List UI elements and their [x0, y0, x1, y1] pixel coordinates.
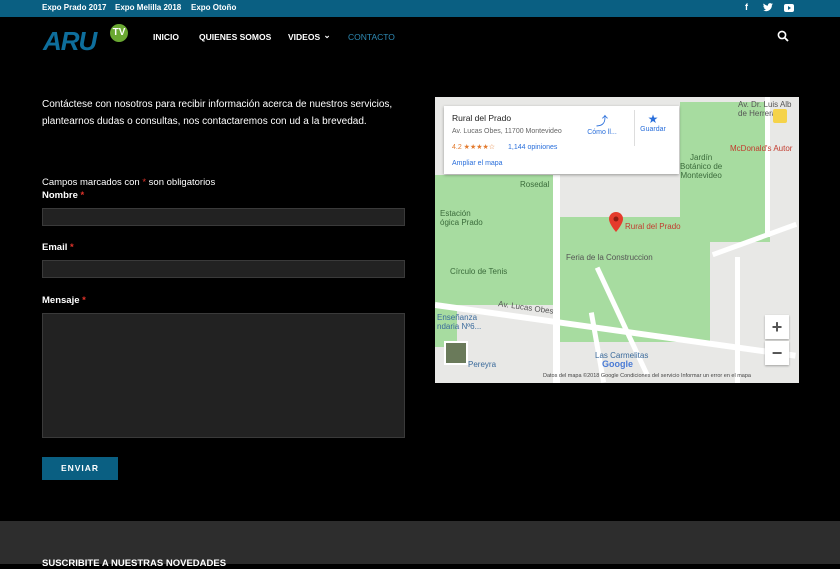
email-required-star: *	[70, 242, 74, 253]
email-field[interactable]	[42, 260, 405, 278]
nav-videos-label: VIDEOS	[288, 32, 321, 42]
map-place-reviews[interactable]: 1,144 opiniones	[508, 144, 557, 151]
map-label-pereyra: Pereyra	[468, 360, 497, 369]
chevron-down-icon: ⌄	[323, 30, 331, 40]
pegman-icon[interactable]	[773, 109, 787, 123]
facebook-icon[interactable]: f	[745, 2, 748, 12]
map-enlarge-link[interactable]: Ampliar el mapa	[452, 160, 503, 167]
message-label-text: Mensaje	[42, 295, 80, 306]
map-label-jardin: Jardín Botánico de Montevideo	[680, 153, 723, 180]
footer-section: SUSCRIBITE A NUESTRAS NOVEDADES	[0, 521, 840, 569]
map-label-feria: Feria de la Construccion	[566, 253, 653, 262]
map-label-rural: Rural del Prado	[625, 222, 681, 231]
nav-quienes-somos[interactable]: QUIENES SOMOS	[199, 32, 271, 42]
map-save-label: Guardar	[640, 126, 666, 133]
top-link-expo-melilla[interactable]: Expo Melilla 2018	[115, 3, 181, 12]
nav-videos[interactable]: VIDEOS ⌄	[288, 30, 331, 43]
name-label-text: Nombre	[42, 190, 78, 201]
required-note-prefix: Campos marcados con	[42, 177, 140, 188]
name-field[interactable]	[42, 208, 405, 226]
map-label-ensenanza: Enseñanza ndaria Nº6...	[437, 313, 482, 331]
main-navbar: ARU TV INICIO QUIENES SOMOS VIDEOS ⌄ CON…	[0, 17, 840, 56]
nav-inicio[interactable]: INICIO	[153, 32, 179, 42]
top-link-expo-prado[interactable]: Expo Prado 2017	[42, 3, 106, 12]
message-required-star: *	[82, 295, 86, 306]
map-road	[735, 257, 740, 383]
contact-intro: Contáctese con nosotros para recibir inf…	[42, 99, 393, 127]
message-label: Mensaje *	[42, 295, 86, 306]
map-road	[553, 175, 560, 383]
embedded-map[interactable]: Rural del Prado Feria de la Construccion…	[435, 97, 799, 383]
satellite-thumbnail[interactable]	[444, 341, 468, 365]
map-attribution: Datos del mapa ©2018 Google Condiciones …	[543, 373, 751, 379]
top-link-expo-otono[interactable]: Expo Otoño	[191, 3, 236, 12]
map-label-estacion: Estación ógica Prado	[440, 209, 483, 227]
email-label-text: Email	[42, 242, 68, 253]
map-directions-label: Cómo ll...	[587, 129, 617, 136]
email-label: Email *	[42, 242, 74, 253]
map-save-button[interactable]: ★ Guardar	[633, 112, 673, 133]
required-star: *	[142, 177, 147, 188]
map-label-mcdonalds: McDonald's Autor	[730, 144, 793, 153]
youtube-icon[interactable]	[784, 4, 794, 14]
map-label-rosedal: Rosedal	[520, 180, 550, 189]
message-field[interactable]	[42, 313, 405, 438]
map-place-title: Rural del Prado	[452, 113, 512, 123]
map-place-rating: 4.2 ★★★★☆	[452, 144, 496, 151]
zoom-in-button[interactable]: +	[765, 315, 789, 339]
search-icon[interactable]	[777, 29, 789, 42]
name-required-star: *	[80, 190, 85, 201]
map-park-area	[435, 175, 553, 305]
directions-icon: ⤴	[595, 114, 608, 128]
logo-tv-badge: TV	[108, 22, 130, 44]
required-note-suffix: son obligatorios	[148, 177, 216, 188]
submit-button[interactable]: ENVIAR	[42, 457, 118, 480]
twitter-icon[interactable]	[763, 3, 773, 14]
logo-text: ARU	[43, 26, 97, 56]
required-note: Campos marcados con * son obligatorios	[42, 177, 215, 188]
site-logo[interactable]: ARU TV	[43, 21, 133, 56]
nav-contacto[interactable]: CONTACTO	[348, 32, 395, 42]
top-bar: Expo Prado 2017 Expo Melilla 2018 Expo O…	[0, 0, 840, 17]
map-directions-button[interactable]: ⤴ Cómo ll...	[582, 112, 622, 136]
google-logo: Google	[602, 359, 633, 369]
zoom-out-button[interactable]: −	[765, 341, 789, 365]
map-place-address: Av. Lucas Obes, 11700 Montevideo	[452, 128, 562, 135]
star-icon: ★	[647, 112, 659, 126]
map-pin-icon	[609, 212, 623, 237]
name-label: Nombre *	[42, 190, 84, 201]
map-info-card: Rural del Prado Av. Lucas Obes, 11700 Mo…	[444, 106, 679, 174]
map-road	[765, 97, 770, 237]
map-label-circulo: Círculo de Tenis	[450, 267, 508, 276]
